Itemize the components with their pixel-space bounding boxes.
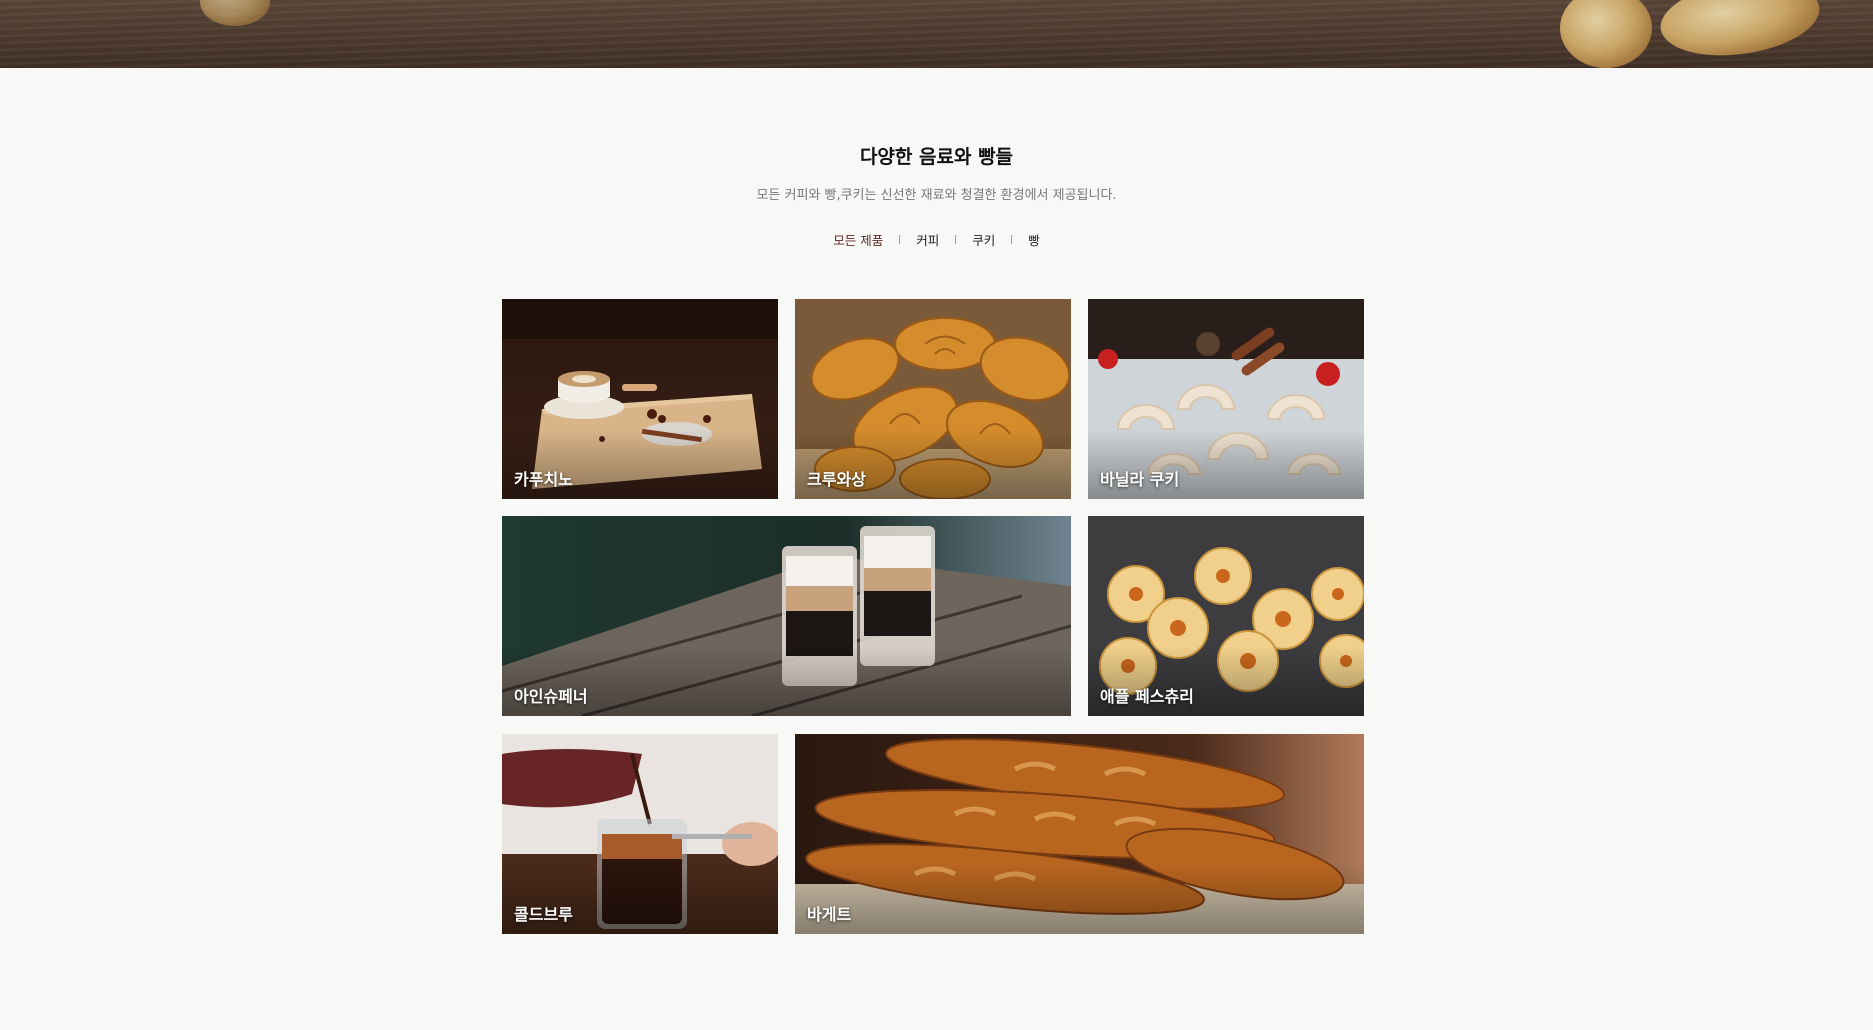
top-banner-image <box>0 0 1873 68</box>
gallery-item-label: 아인슈페너 <box>514 687 588 706</box>
filter-divider <box>1011 235 1013 244</box>
gallery-item-apple-pastry[interactable]: 애플 페스츄리 <box>1088 516 1364 716</box>
gallery-item-baguette[interactable]: 바게트 <box>795 734 1364 934</box>
filter-all-products[interactable]: 모든 제품 <box>829 230 887 249</box>
product-filter-nav: 모든 제품 커피 쿠키 빵 <box>0 230 1873 249</box>
gallery-item-einspanner[interactable]: 아인슈페너 <box>502 516 1071 716</box>
banner-bread-decoration <box>1560 0 1652 68</box>
section-subtitle: 모든 커피와 빵,쿠키는 신선한 재료와 청결한 환경에서 제공됩니다. <box>756 188 1117 203</box>
filter-cookie[interactable]: 쿠키 <box>968 230 999 249</box>
gallery-item-label: 크루와상 <box>807 470 866 489</box>
gallery-item-label: 카푸치노 <box>514 470 573 489</box>
gallery-item-vanilla-cookie[interactable]: 바닐라 쿠키 <box>1088 299 1364 499</box>
filter-divider <box>955 235 957 244</box>
gallery-item-label: 바게트 <box>807 905 852 924</box>
banner-bread-decoration <box>200 0 270 26</box>
gallery-item-label: 콜드브루 <box>514 905 573 924</box>
gallery-item-label: 애플 페스츄리 <box>1100 687 1194 706</box>
gallery-item-croissant[interactable]: 크루와상 <box>795 299 1071 499</box>
section-title: 다양한 음료와 빵들 <box>859 146 1014 168</box>
filter-bread[interactable]: 빵 <box>1024 230 1044 249</box>
gallery-item-cappuccino[interactable]: 카푸치노 <box>502 299 778 499</box>
banner-bread-decoration <box>1655 0 1825 65</box>
gallery-item-cold-brew[interactable]: 콜드브루 <box>502 734 778 934</box>
gallery-item-label: 바닐라 쿠키 <box>1100 470 1180 489</box>
filter-coffee[interactable]: 커피 <box>912 230 943 249</box>
filter-divider <box>899 235 901 244</box>
